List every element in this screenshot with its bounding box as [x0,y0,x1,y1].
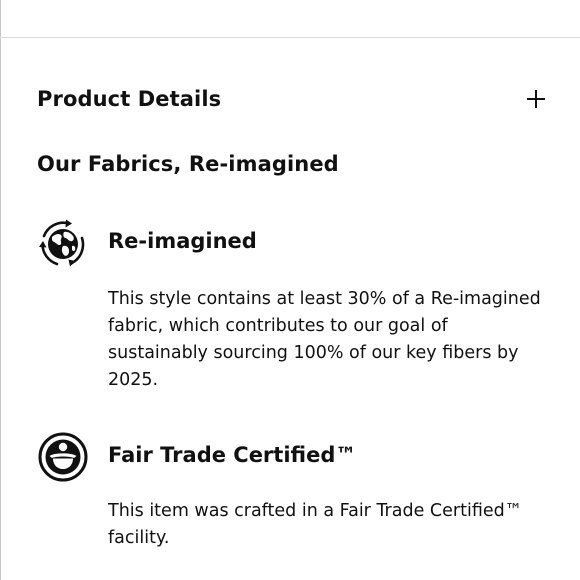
feature-description: This style contains at least 30% of a Re… [108,289,541,390]
product-details-accordion[interactable]: Product Details [37,82,549,116]
feature-description: This item was crafted in a Fair Trade Ce… [108,501,523,548]
plus-icon[interactable] [527,90,545,108]
globe-recycle-icon [39,219,85,267]
product-details-title: Product Details [37,87,222,111]
feature-title: Re-imagined [108,229,257,253]
feature-title: Fair Trade Certified™ [108,443,357,467]
fabrics-heading: Our Fabrics, Re-imagined [37,152,339,176]
fair-trade-icon [38,432,88,482]
top-divider [0,37,580,38]
panel-left-border [0,0,1,580]
